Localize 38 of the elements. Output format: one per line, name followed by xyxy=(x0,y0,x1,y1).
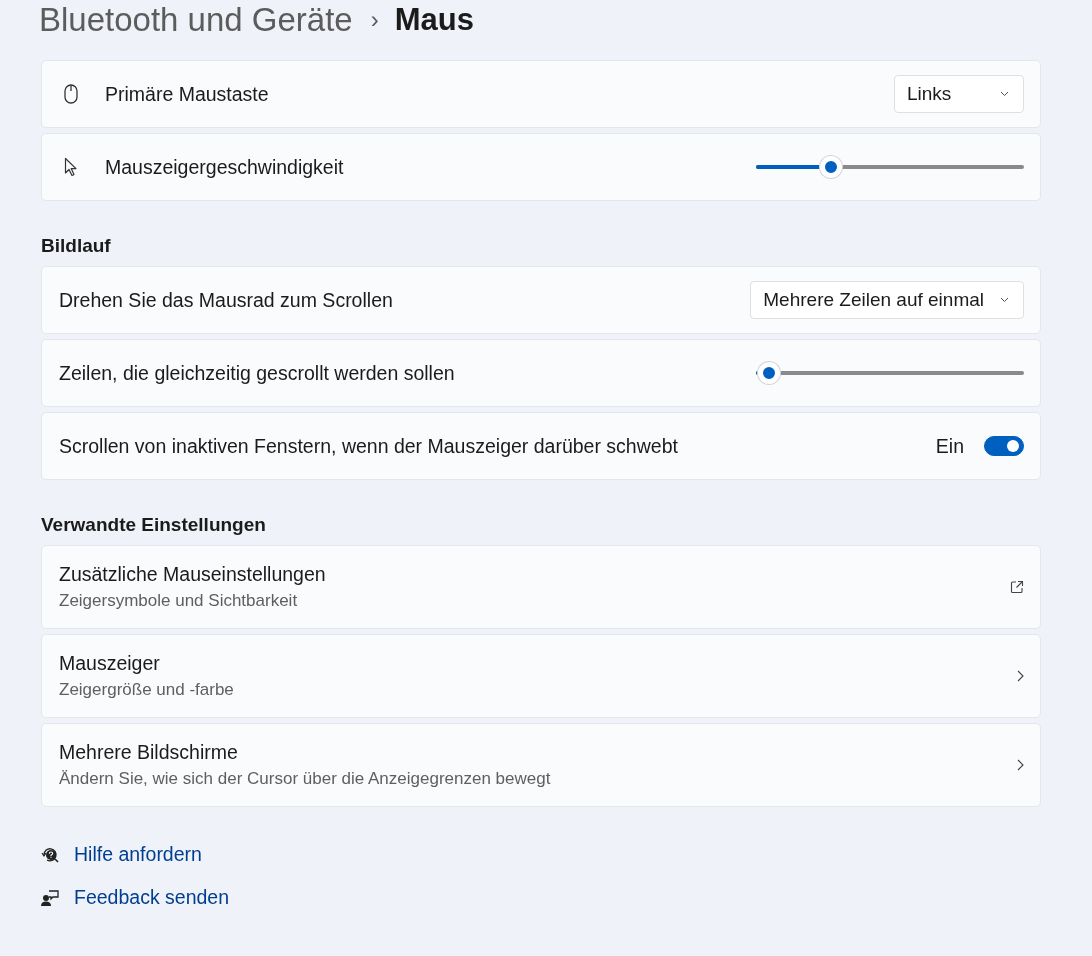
setting-description: Ändern Sie, wie sich der Cursor über die Anzeigegrenzen bewegt xyxy=(59,769,551,789)
breadcrumb-link[interactable]: Bluetooth und Geräte xyxy=(39,1,353,39)
mouse-icon xyxy=(64,84,78,104)
setting-description: Zeigergröße und -farbe xyxy=(59,680,234,700)
setting-label: Mauszeiger xyxy=(59,652,161,675)
chevron-right-icon xyxy=(1017,759,1024,771)
setting-label: Primäre Maustaste xyxy=(105,82,269,106)
external-link-icon xyxy=(1010,580,1024,594)
toggle-state-label: Ein xyxy=(935,434,964,458)
slider-thumb[interactable] xyxy=(820,156,843,178)
setting-label: Drehen Sie das Mausrad zum Scrollen xyxy=(59,288,393,312)
section-heading: Bildlauf xyxy=(41,234,112,258)
setting-label: Scrollen von inaktiven Fenstern, wenn der Mauszeiger darüber schwebt xyxy=(59,434,678,458)
settings-card[interactable]: Mehrere Bildschirme Ändern Sie, wie sich der Cursor über die Anzeigegrenzen bewegt xyxy=(41,723,1041,807)
toggle-switch[interactable] xyxy=(984,436,1024,456)
slider[interactable] xyxy=(756,362,1024,384)
help-link[interactable]: Feedback senden xyxy=(74,886,230,909)
chevron-down-icon xyxy=(1000,297,1009,303)
feedback-icon xyxy=(41,888,59,907)
setting-label: Mauszeigergeschwindigkeit xyxy=(105,155,344,179)
settings-card[interactable]: Mauszeiger Zeigergröße und -farbe xyxy=(41,634,1041,718)
pointer-icon xyxy=(64,157,78,177)
page-title: Maus xyxy=(394,2,474,38)
breadcrumb-separator: › xyxy=(370,6,379,34)
setting-label: Zusätzliche Mauseinstellungen xyxy=(59,563,326,586)
slider[interactable] xyxy=(756,156,1024,178)
setting-description: Zeigersymbole und Sichtbarkeit xyxy=(59,591,299,611)
slider-thumb[interactable] xyxy=(758,362,781,384)
setting-label: Mehrere Bildschirme xyxy=(59,741,239,764)
setting-label: Zeilen, die gleichzeitig gescrollt werden sollen xyxy=(59,361,455,385)
dropdown[interactable]: Links xyxy=(894,75,1024,113)
section-heading: Verwandte Einstellungen xyxy=(41,513,267,537)
help-link[interactable]: Hilfe anfordern xyxy=(74,843,202,866)
chevron-right-icon xyxy=(1017,670,1024,682)
settings-card[interactable]: Zusätzliche Mauseinstellungen Zeigersymbole und Sichtbarkeit xyxy=(41,545,1041,629)
dropdown[interactable]: Mehrere Zeilen auf einmal xyxy=(750,281,1024,319)
chevron-down-icon xyxy=(1000,91,1009,97)
help-icon xyxy=(41,845,59,864)
